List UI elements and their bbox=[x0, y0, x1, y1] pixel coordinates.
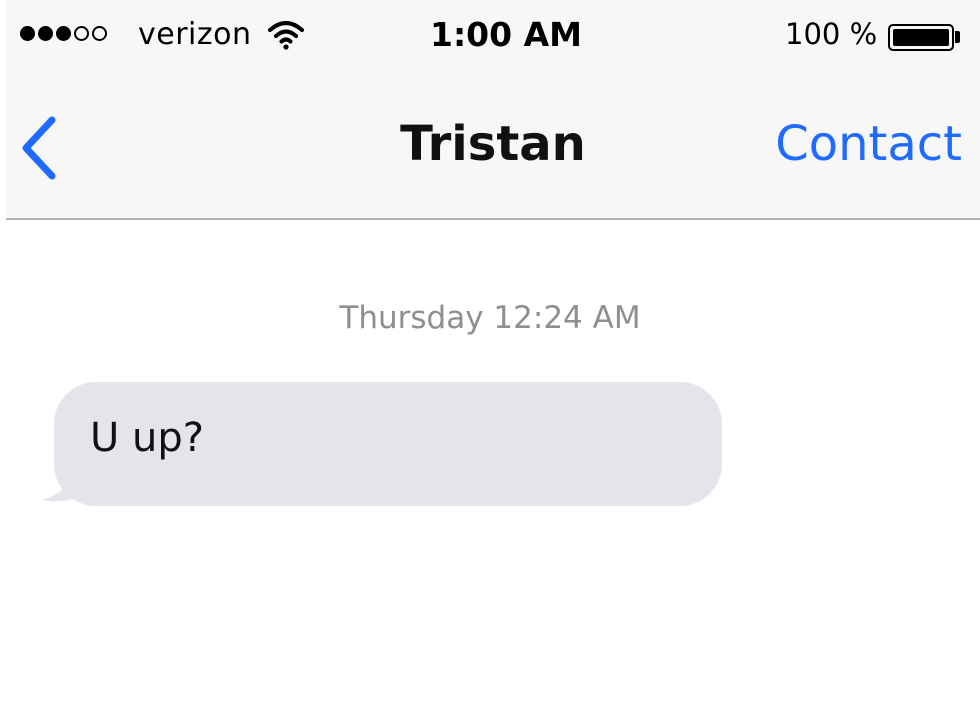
message-timestamp: Thursday 12:24 AM bbox=[339, 300, 641, 336]
signal-dot bbox=[74, 26, 89, 41]
signal-dot bbox=[38, 26, 53, 41]
signal-dot bbox=[92, 26, 107, 41]
signal-dot bbox=[56, 26, 71, 41]
top-bar: verizon 1:00 AM 100 % Tristan Contact bbox=[6, 0, 980, 220]
battery-level-fill bbox=[893, 29, 949, 46]
battery-icon bbox=[888, 24, 954, 51]
message-bubble: U up? bbox=[54, 382, 722, 506]
chevron-left-icon bbox=[22, 116, 56, 180]
messages-screen: verizon 1:00 AM 100 % Tristan Contact Th… bbox=[0, 0, 980, 712]
battery-percentage: 100 % bbox=[785, 17, 878, 51]
status-time: 1:00 AM bbox=[430, 15, 582, 54]
battery-cap bbox=[955, 31, 960, 43]
contact-button[interactable]: Contact bbox=[775, 112, 962, 176]
carrier-name: verizon bbox=[138, 17, 252, 52]
back-button[interactable] bbox=[16, 112, 66, 184]
wifi-icon bbox=[268, 21, 304, 50]
incoming-message[interactable]: U up? bbox=[40, 382, 730, 508]
signal-dot bbox=[20, 26, 35, 41]
signal-strength-indicator bbox=[20, 26, 107, 41]
message-text: U up? bbox=[90, 415, 204, 461]
